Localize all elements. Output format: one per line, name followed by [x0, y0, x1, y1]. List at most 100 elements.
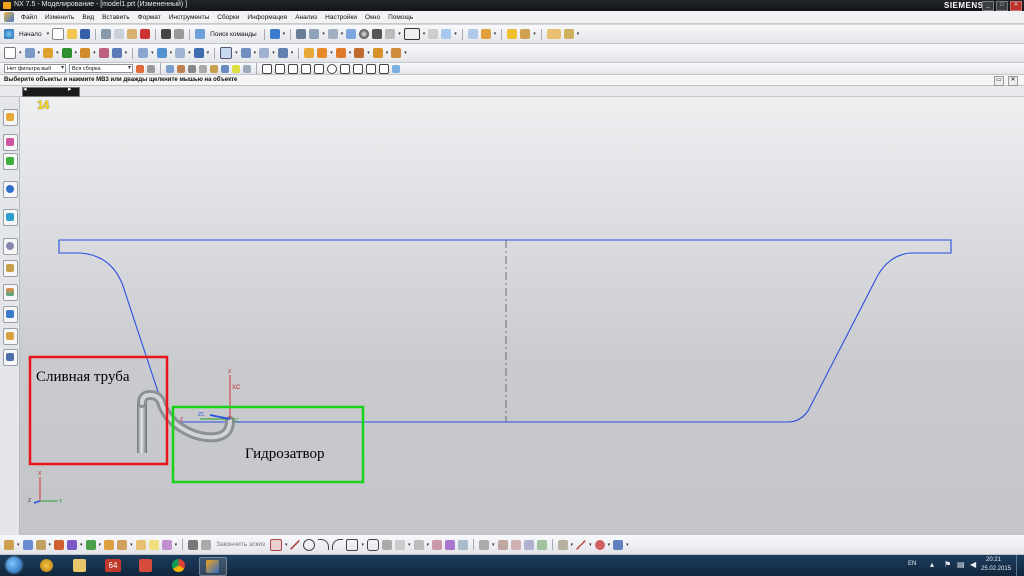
cut-icon[interactable] [101, 29, 112, 39]
taskbar-explorer[interactable] [67, 557, 93, 574]
show-desktop-button[interactable] [1016, 555, 1024, 576]
snap-perpendicular-icon[interactable] [314, 63, 324, 74]
snap-midpoint-icon[interactable] [275, 63, 285, 74]
menu-insert[interactable]: Вставить [98, 14, 134, 21]
close-button[interactable]: ✕ [1010, 1, 1022, 11]
snap-point-icon[interactable] [366, 63, 376, 74]
start-button[interactable]: Начало [19, 31, 42, 38]
line-tool-icon[interactable] [290, 539, 301, 550]
studio-spline-icon[interactable] [594, 539, 605, 550]
tray-network-icon[interactable]: ▤ [957, 560, 965, 569]
find-command-button[interactable]: Поиск команды [210, 31, 257, 38]
layer-icon[interactable] [467, 29, 478, 39]
selection-scope-dropdown[interactable]: Вся сборка [69, 64, 133, 73]
menu-format[interactable]: Формат [134, 14, 165, 21]
circle-tool-icon[interactable] [303, 538, 316, 551]
menu-file[interactable]: Файл [17, 14, 41, 21]
save-icon[interactable] [80, 29, 91, 39]
section-icon[interactable] [428, 29, 439, 39]
sketch-icon[interactable] [4, 47, 16, 59]
measure-icon[interactable] [520, 29, 531, 39]
redo-icon[interactable] [174, 29, 185, 39]
snap-center-icon[interactable] [327, 63, 337, 74]
menu-assemblies[interactable]: Сборки [213, 14, 243, 21]
select-bodies-icon[interactable] [221, 64, 229, 73]
constraint-navigator-tab[interactable] [3, 134, 18, 151]
quick-extend-icon[interactable] [458, 539, 469, 550]
sweep-icon[interactable] [156, 48, 167, 58]
cue-restore-button[interactable]: ▭ [994, 76, 1004, 86]
finish-sketch-button[interactable]: Закончить эскиз [216, 541, 265, 548]
pencil-icon[interactable] [563, 29, 574, 39]
pattern-icon[interactable] [240, 48, 251, 58]
menu-edit[interactable]: Изменить [41, 14, 78, 21]
manufacturing-wizard-tab[interactable] [3, 306, 18, 323]
render-style-icon[interactable] [359, 29, 370, 39]
replace-icon[interactable] [335, 48, 346, 58]
view-layout-icon[interactable] [403, 28, 420, 40]
select-features-icon[interactable] [166, 64, 174, 73]
move-face-icon[interactable] [354, 48, 365, 58]
rectangle-icon[interactable] [220, 47, 233, 59]
fillet-tool-icon[interactable] [332, 539, 344, 550]
tab-scroll-left-icon[interactable]: ◂ [23, 86, 27, 94]
wireframe-icon[interactable] [385, 29, 396, 39]
tank-profile-curve[interactable] [58, 239, 952, 423]
hole-icon[interactable] [111, 48, 122, 58]
move-object-icon[interactable] [117, 539, 128, 550]
wcs-icon[interactable] [480, 29, 491, 39]
taskbar-app-64[interactable]: 64 [100, 557, 126, 574]
assembly-icon[interactable] [61, 48, 72, 58]
filter-settings-icon[interactable] [136, 64, 144, 73]
menu-window[interactable]: Окно [361, 14, 384, 21]
tray-up-arrow-icon[interactable]: ▴ [930, 560, 934, 569]
body-icon[interactable] [135, 539, 146, 550]
sketch-plane-icon[interactable] [22, 539, 33, 550]
draft-icon[interactable] [277, 48, 288, 58]
web-browser-tab[interactable] [3, 209, 18, 226]
tray-volume-icon[interactable]: ◀ [970, 560, 976, 569]
tab-scroll-right-icon[interactable]: ▸ [68, 86, 72, 94]
mirror-icon[interactable] [259, 48, 270, 58]
cue-close-button[interactable]: ✕ [1008, 76, 1018, 86]
process-studio-tab[interactable] [3, 284, 18, 301]
paste-icon[interactable] [127, 29, 138, 39]
shaded-view-icon[interactable] [346, 29, 357, 39]
type-filter-dropdown[interactable]: Нет фильтра выб [4, 64, 66, 73]
arc-tool-icon[interactable] [318, 539, 330, 550]
profile-tool-icon[interactable] [269, 538, 282, 551]
datum-csys-icon[interactable] [104, 539, 115, 550]
fit-view-icon[interactable] [296, 29, 307, 39]
trim-recipe-icon[interactable] [85, 539, 96, 550]
sync-model-icon[interactable] [372, 48, 383, 58]
geometric-constraint-icon[interactable] [497, 539, 508, 550]
drain-pipe-model[interactable] [137, 389, 235, 453]
undo-icon[interactable] [161, 29, 172, 39]
view-sketch-icon[interactable] [613, 539, 624, 550]
spline-tool-icon[interactable] [395, 539, 405, 550]
polygon-tool-icon[interactable] [367, 538, 379, 551]
quick-trim-icon[interactable] [445, 539, 456, 550]
extrude-icon[interactable] [24, 48, 35, 58]
copy-icon[interactable] [114, 29, 125, 39]
snap-quadrant-icon[interactable] [340, 63, 350, 74]
snap-intersection-icon[interactable] [353, 63, 363, 74]
edit-feature-icon[interactable] [317, 48, 328, 58]
menu-information[interactable]: Информация [243, 14, 291, 21]
auto-dimension-icon[interactable] [479, 539, 490, 550]
offset-icon[interactable] [193, 48, 204, 58]
rotate-icon[interactable] [327, 29, 338, 39]
graphics-window[interactable]: 14 XC X Z ZC YC Сливная труба Гидрозатво… [20, 97, 1024, 535]
system-materials-tab[interactable] [3, 260, 18, 277]
reset-filter-icon[interactable] [147, 64, 155, 73]
model-canvas[interactable]: XC X Z ZC YC Сливная труба Гидрозатвор X… [20, 97, 1024, 535]
select-rect-icon[interactable] [243, 64, 251, 73]
select-arrow-icon[interactable] [269, 29, 280, 39]
history-tab[interactable] [3, 238, 18, 255]
select-faces-icon[interactable] [210, 64, 218, 73]
menu-help[interactable]: Помощь [384, 14, 417, 21]
show-constraints-icon[interactable] [510, 539, 521, 550]
menu-tools[interactable]: Инструменты [165, 14, 214, 21]
app-menu-icon[interactable] [4, 12, 14, 22]
delete-icon[interactable] [140, 29, 151, 39]
